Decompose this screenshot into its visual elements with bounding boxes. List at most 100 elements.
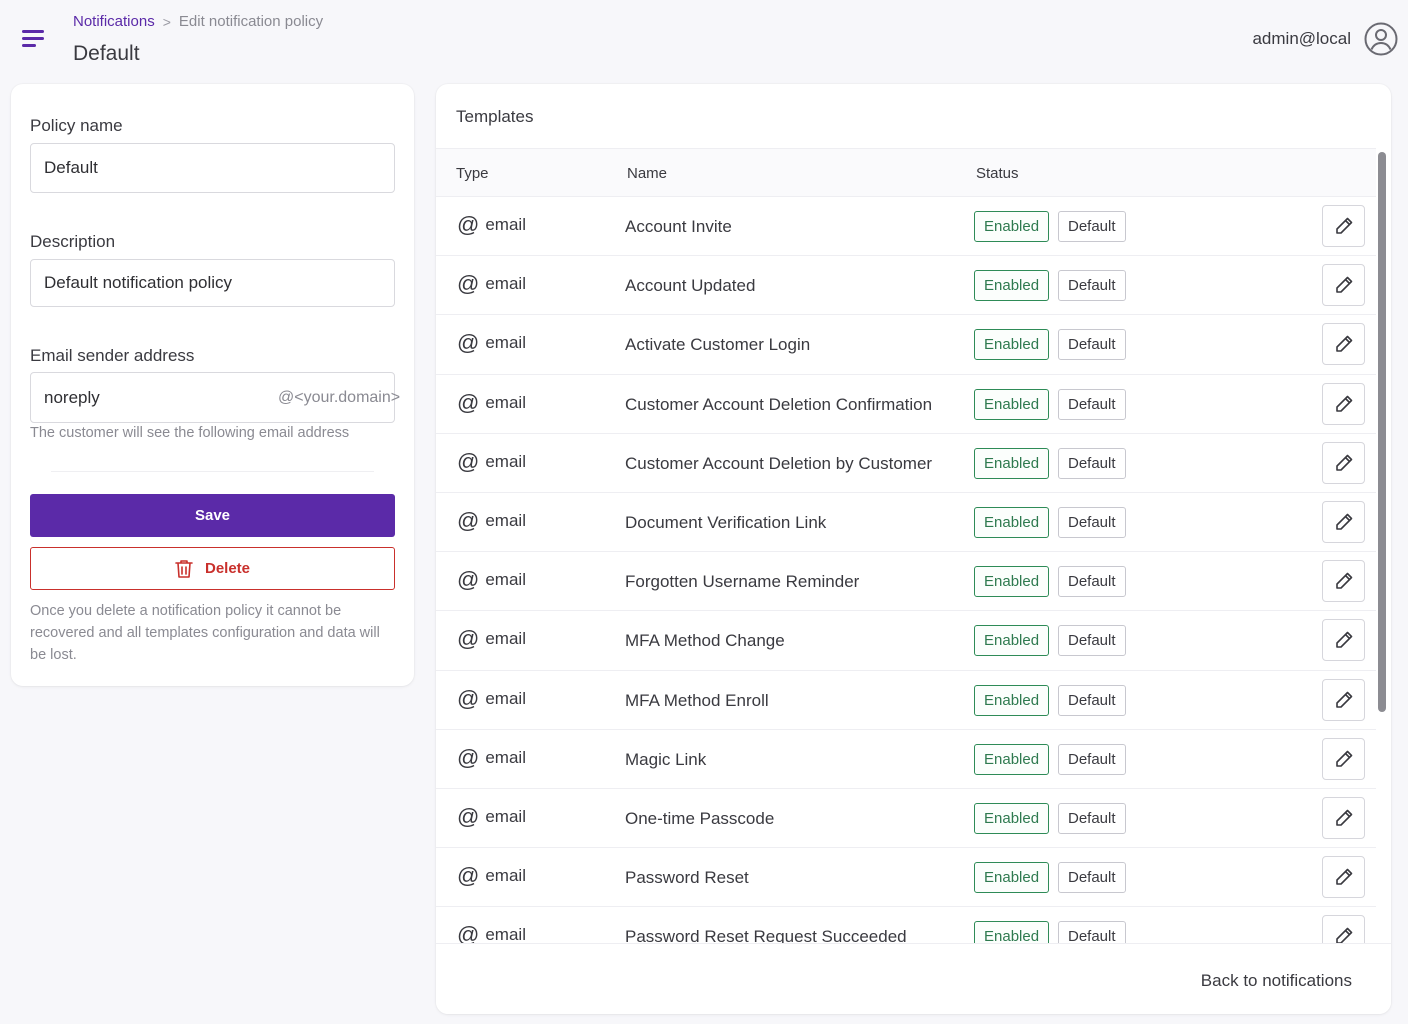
status-badge: Enabled	[974, 625, 1050, 657]
column-header-type: Type	[456, 165, 489, 182]
source-badge: Default	[1058, 802, 1126, 834]
templates-table-body: @ email Account Invite Enabled Default @ email…	[436, 197, 1376, 943]
pencil-icon	[1335, 750, 1352, 767]
status-badge: Enabled	[974, 921, 1050, 943]
pencil-icon	[1335, 868, 1352, 885]
status-badge: Enabled	[974, 506, 1050, 538]
table-row: @ email Magic Link Enabled Default	[436, 730, 1376, 789]
edit-template-button[interactable]	[1322, 323, 1365, 366]
table-row: @ email Password Reset Enabled Default	[436, 848, 1376, 908]
template-name: Account Updated	[625, 276, 756, 296]
edit-template-button[interactable]	[1322, 915, 1365, 943]
sender-domain-suffix: @<your.domain>	[278, 388, 401, 406]
save-button[interactable]: Save	[30, 494, 395, 537]
template-name: Customer Account Deletion by Customer	[625, 453, 933, 473]
at-sign-icon: @	[457, 389, 480, 415]
status-badge: Enabled	[974, 862, 1050, 894]
back-to-notifications-link[interactable]: Back to notifications	[1201, 971, 1352, 991]
pencil-icon	[1335, 927, 1352, 943]
template-name: Account Invite	[625, 217, 732, 236]
sender-address-field: @<your.domain>	[30, 372, 400, 423]
type-label: email	[485, 274, 526, 294]
status-badge: Enabled	[974, 388, 1050, 420]
pencil-icon	[1335, 572, 1352, 589]
status-badge: Enabled	[974, 329, 1050, 361]
sender-address-label: Email sender address	[30, 346, 195, 365]
table-row: @ email Customer Account Deletion by Custo…	[436, 434, 1376, 493]
table-row: @ email Account Invite Enabled Default	[436, 197, 1376, 257]
user-circle-icon[interactable]	[1364, 22, 1398, 56]
divider	[51, 471, 374, 472]
type-cell: @ email	[457, 746, 526, 768]
type-cell: @ email	[457, 509, 526, 531]
source-badge: Default	[1058, 329, 1126, 361]
edit-template-button[interactable]	[1322, 678, 1365, 721]
edit-template-button[interactable]	[1322, 560, 1365, 603]
type-label: email	[485, 570, 526, 590]
delete-button[interactable]: Delete	[30, 547, 395, 590]
at-sign-icon: @	[457, 448, 480, 474]
templates-card: Templates Type Name Status @ email Account…	[436, 84, 1391, 1014]
at-sign-icon: @	[457, 626, 480, 652]
breadcrumb-notifications-link[interactable]: Notifications	[73, 13, 155, 30]
type-label: email	[485, 629, 526, 649]
sender-address-input[interactable]	[31, 373, 278, 422]
breadcrumb-current: Edit notification policy	[178, 13, 324, 30]
source-badge: Default	[1058, 211, 1126, 242]
source-badge: Default	[1058, 388, 1126, 420]
table-row: @ email Forgotten Username Reminder Enabled…	[436, 552, 1376, 612]
type-label: email	[485, 392, 526, 412]
template-name: Activate Customer Login	[625, 335, 811, 355]
status-badge: Enabled	[974, 270, 1050, 302]
status-badge: Enabled	[974, 447, 1050, 479]
type-cell: @ email	[457, 271, 526, 297]
description-input[interactable]	[30, 259, 395, 307]
edit-template-button[interactable]	[1322, 856, 1365, 899]
edit-template-button[interactable]	[1322, 737, 1365, 780]
at-sign-icon: @	[457, 863, 480, 889]
source-badge: Default	[1058, 506, 1126, 538]
template-name: Forgotten Username Reminder	[625, 572, 860, 592]
breadcrumb-separator: >	[162, 13, 171, 30]
policy-name-label: Policy name	[30, 116, 123, 135]
pencil-icon	[1335, 809, 1352, 826]
delete-warning-text: Once you delete a notification policy it…	[30, 603, 380, 663]
status-badge: Enabled	[974, 566, 1050, 598]
at-sign-icon: @	[457, 567, 480, 593]
edit-template-button[interactable]	[1322, 441, 1365, 484]
table-row: @ email Password Reset Request Succeeded En…	[436, 907, 1376, 943]
at-sign-icon: @	[457, 685, 480, 711]
status-badge: Enabled	[974, 743, 1050, 775]
description-label: Description	[30, 232, 116, 251]
templates-footer: Back to notifications	[436, 943, 1391, 1014]
source-badge: Default	[1058, 743, 1126, 775]
column-header-status: Status	[976, 165, 1019, 182]
source-badge: Default	[1058, 921, 1126, 943]
policy-name-input[interactable]	[30, 143, 395, 193]
templates-title: Templates	[456, 107, 534, 126]
column-header-name: Name	[627, 165, 668, 182]
type-label: email	[485, 510, 526, 530]
user-menu[interactable]: admin@local	[1252, 22, 1398, 56]
pencil-icon	[1335, 217, 1352, 234]
template-name: One-time Passcode	[625, 808, 775, 828]
table-scrollbar[interactable]	[1378, 152, 1386, 712]
pencil-icon	[1335, 336, 1352, 353]
edit-template-button[interactable]	[1322, 205, 1365, 247]
type-cell: @ email	[457, 922, 526, 943]
edit-template-button[interactable]	[1322, 264, 1365, 307]
breadcrumb: Notifications > Edit notification policy	[73, 13, 323, 30]
at-sign-icon: @	[457, 803, 480, 829]
edit-template-button[interactable]	[1322, 500, 1365, 543]
at-sign-icon: @	[457, 922, 480, 943]
table-row: @ email Document Verification Link Enabled D…	[436, 493, 1376, 553]
pencil-icon	[1335, 691, 1352, 708]
menu-icon[interactable]	[20, 26, 48, 50]
edit-template-button[interactable]	[1322, 619, 1365, 662]
edit-template-button[interactable]	[1322, 382, 1365, 425]
type-cell: @ email	[457, 332, 526, 354]
source-badge: Default	[1058, 625, 1126, 657]
at-sign-icon: @	[457, 271, 480, 297]
edit-template-button[interactable]	[1322, 796, 1365, 839]
table-row: @ email MFA Method Enroll Enabled Default	[436, 671, 1376, 730]
